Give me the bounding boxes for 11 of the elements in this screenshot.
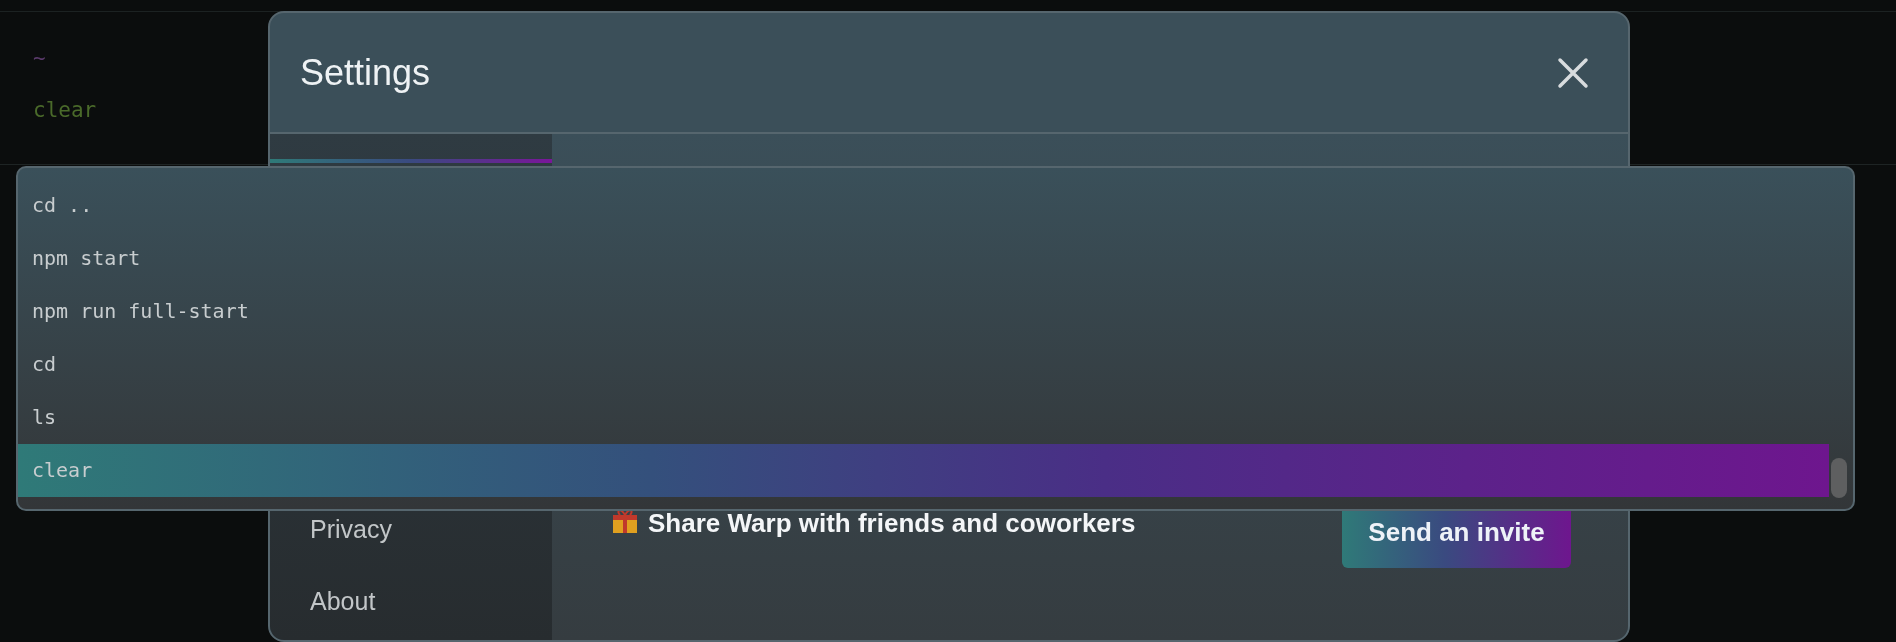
referral-text: Share Warp with friends and coworkers	[648, 507, 1136, 540]
history-item[interactable]: cd ..	[18, 179, 1829, 232]
history-item[interactable]: ls	[18, 391, 1829, 444]
command-text: clear	[33, 98, 97, 122]
sidebar-item[interactable]: About	[270, 565, 552, 637]
sidebar-item[interactable]: Privacy	[270, 494, 552, 566]
history-item[interactable]: cd	[18, 338, 1829, 391]
prompt-path: ~	[33, 46, 46, 70]
dialog-title: Settings	[300, 50, 431, 95]
history-item[interactable]: npm run full-start	[18, 285, 1829, 338]
history-item[interactable]: npm start	[18, 232, 1829, 285]
